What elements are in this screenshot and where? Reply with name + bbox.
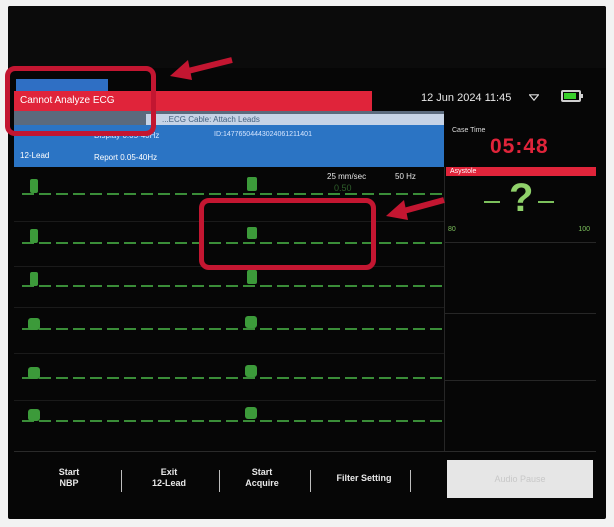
softkey-bar: Start NBP Exit 12-Lead Start Acquire Fil… [14, 451, 596, 504]
annotation-highlight-waveform [199, 198, 376, 270]
parameter-alarm-label: Asystole [450, 168, 477, 175]
mode-label: 12-Lead [20, 151, 50, 160]
softkey-divider [310, 470, 311, 492]
softkey-label: Filter Setting [336, 472, 392, 483]
start-acquire-button[interactable]: Start Acquire [219, 452, 305, 504]
spo2-low-limit: 80 [448, 226, 456, 233]
row-divider [14, 353, 444, 354]
spo2-value: ? [509, 176, 534, 220]
sweep-speed: 25 mm/sec [327, 172, 367, 181]
row-divider [14, 400, 444, 401]
report-filter: Report 0.05-40Hz [94, 153, 158, 162]
ecg-lead-row-1: 0.50 [22, 177, 442, 195]
parameter-divider [444, 313, 596, 314]
ecg-lead-row-5 [22, 365, 442, 379]
softkey-label: Exit [160, 467, 178, 477]
svg-text:0.50: 0.50 [334, 183, 352, 193]
screen-top-area [8, 6, 606, 68]
wifi-icon [529, 94, 539, 101]
filter-frequency: 50 Hz [395, 172, 416, 181]
softkey-label: 12-Lead [151, 478, 186, 488]
annotation-arrow-icon [170, 57, 233, 80]
value-dash [484, 201, 500, 203]
battery-icon [561, 90, 583, 102]
audio-pause-button[interactable]: Audio Pause [447, 460, 593, 498]
datetime: 12 Jun 2024 11:45 [421, 92, 512, 104]
patient-id: ID:14776504443024061211401 [214, 131, 312, 138]
ecg-lead-row-3 [22, 270, 442, 287]
softkey-label: Start [251, 467, 273, 477]
softkey-label: Start [58, 467, 80, 477]
softkey-label: NBP [59, 478, 79, 488]
annotation-highlight-alarm [5, 66, 156, 136]
annotation-arrow-icon [386, 197, 445, 220]
parameter-divider [444, 380, 596, 381]
softkey-label: Acquire [245, 478, 279, 488]
softkey-divider [410, 470, 411, 492]
parameter-divider [444, 242, 596, 243]
parameter-alarm-bar: Asystole [446, 167, 596, 176]
case-time-value: 05:48 [490, 135, 549, 158]
spo2-parameter-box[interactable]: ? 80 100 [446, 176, 596, 242]
exit-12-lead-button[interactable]: Exit 12-Lead [126, 452, 212, 504]
start-nbp-button[interactable]: Start NBP [26, 452, 112, 504]
filter-setting-button[interactable]: Filter Setting [314, 452, 414, 504]
row-divider [14, 307, 444, 308]
advisory-message: ...ECG Cable: Attach Leads [146, 114, 444, 125]
ecg-lead-row-6 [22, 407, 442, 422]
case-time-label: Case Time [452, 127, 486, 134]
case-time-panel: Case Time 05:48 [444, 125, 596, 167]
value-dash [538, 201, 554, 203]
spo2-high-limit: 100 [578, 226, 590, 233]
ecg-lead-row-4 [22, 316, 442, 330]
softkey-divider [121, 470, 122, 492]
